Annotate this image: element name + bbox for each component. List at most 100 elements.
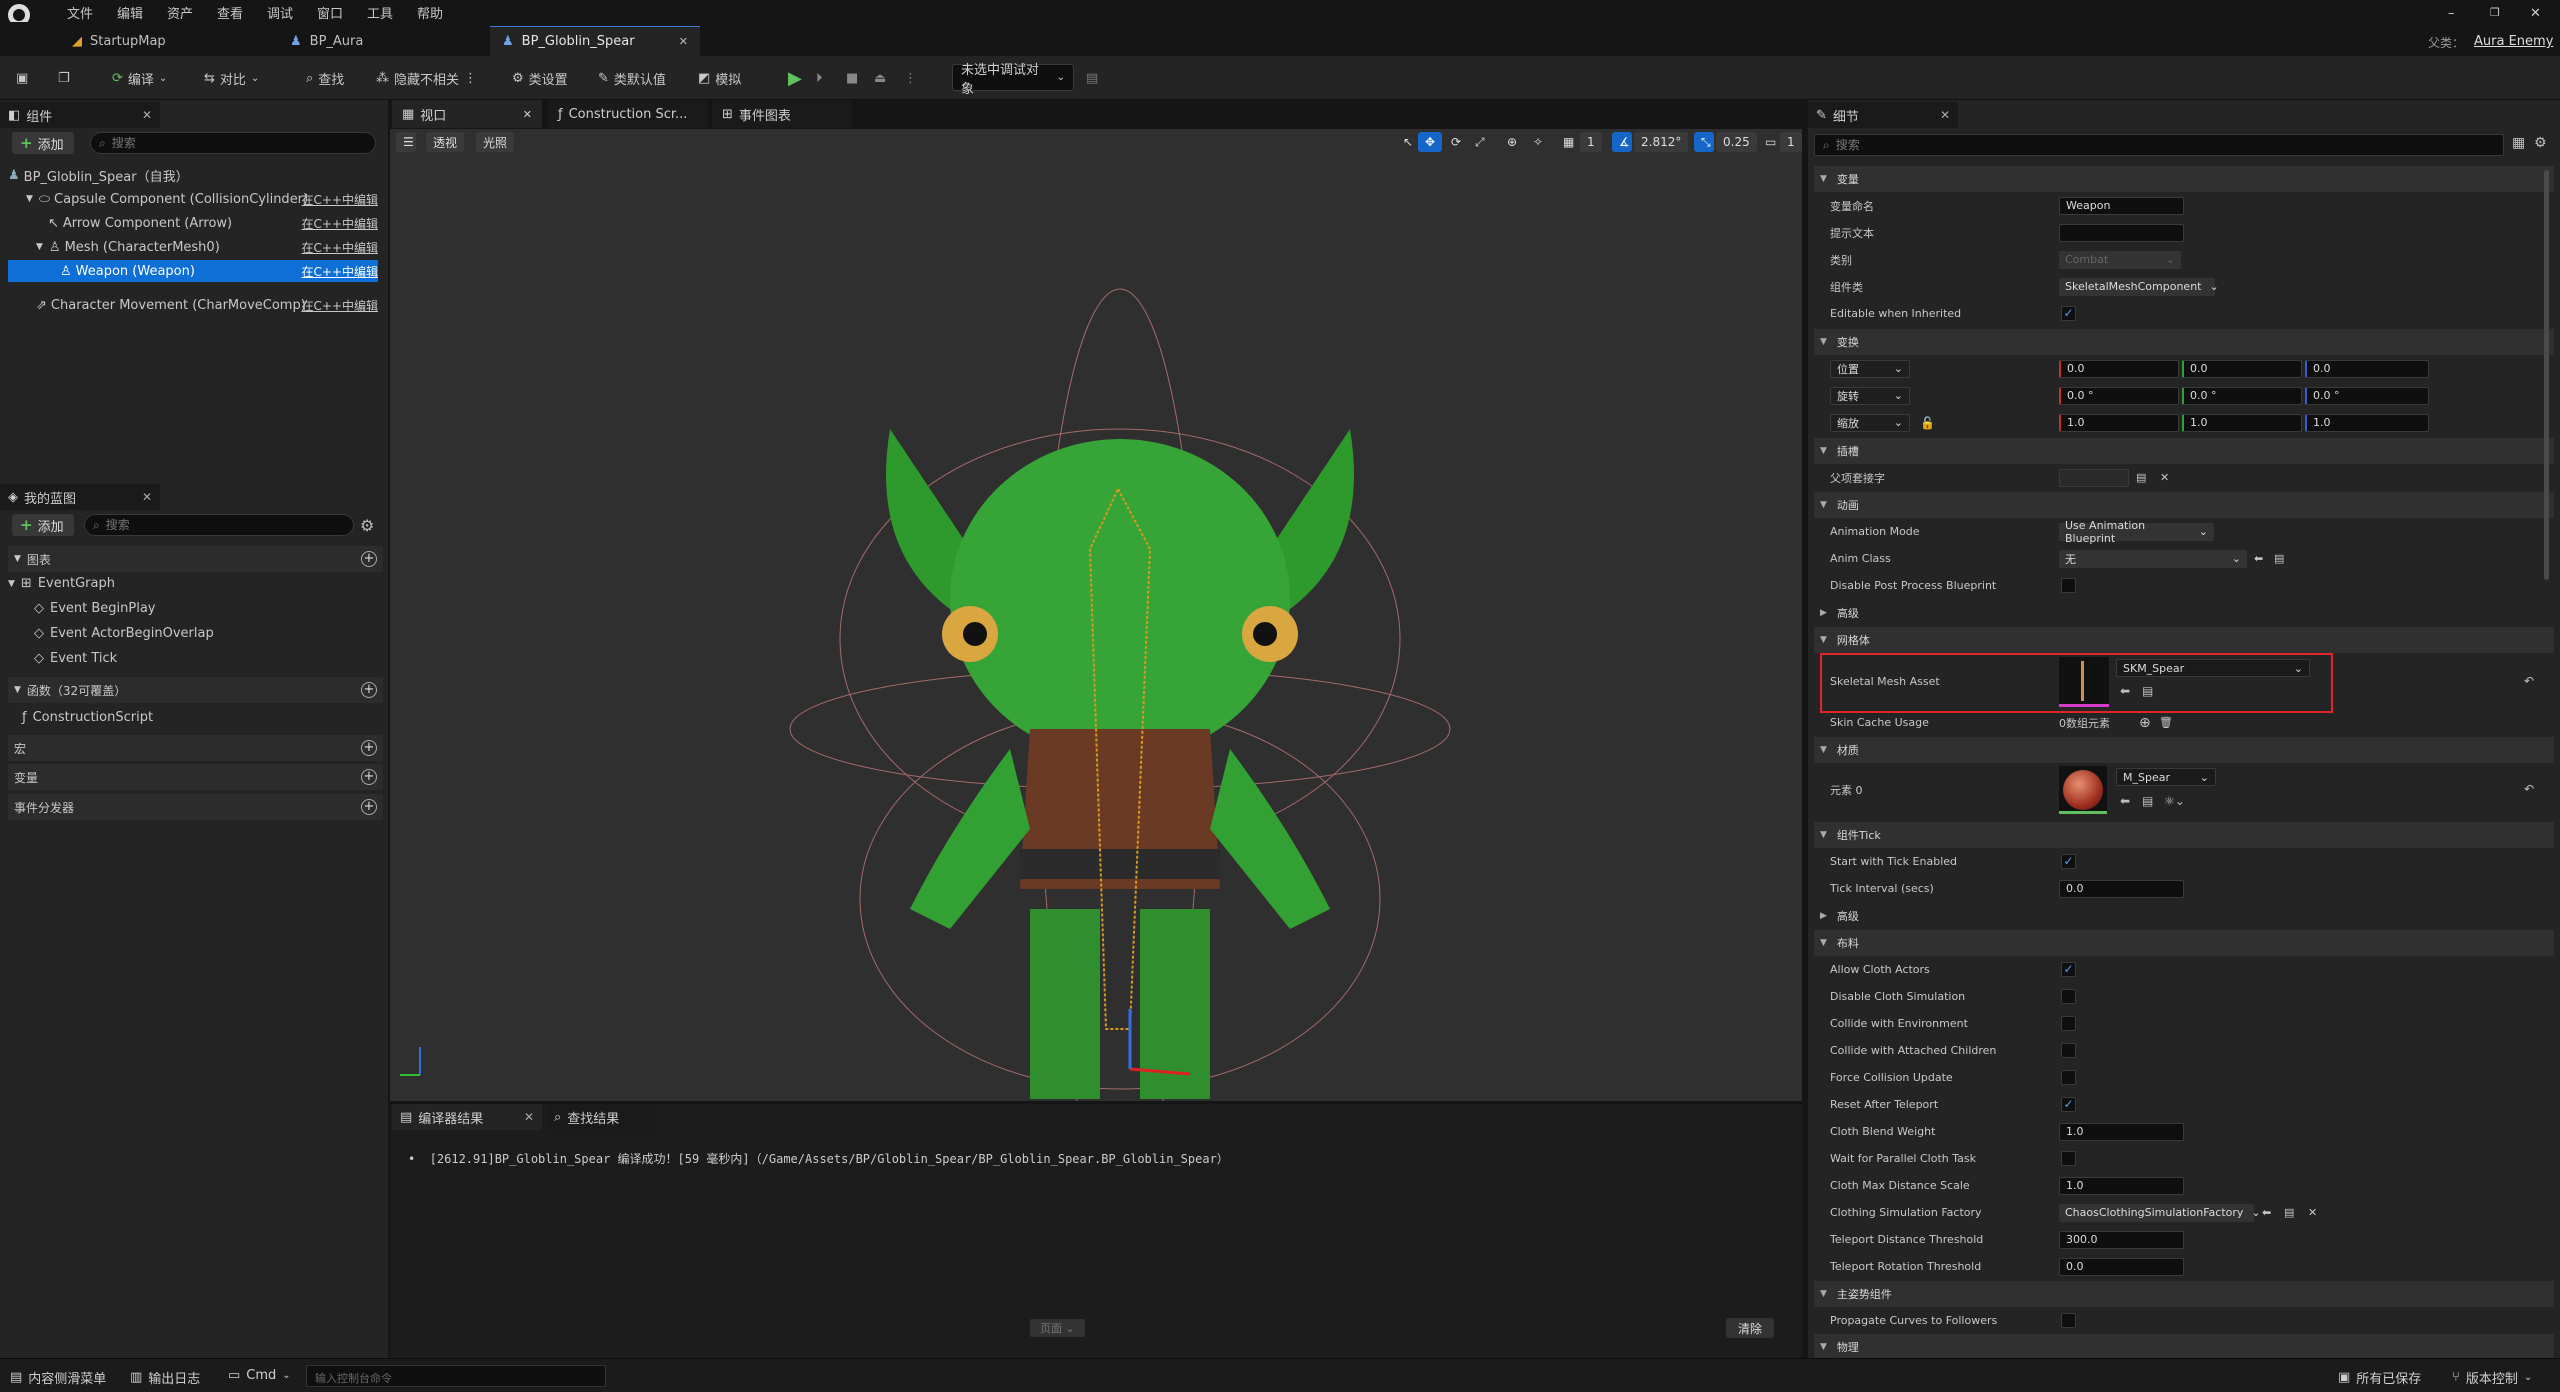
cloth-factory-dropdown[interactable]: ChaosClothingSimulationFactory ⌄ — [2059, 1203, 2261, 1222]
section-macros[interactable]: 宏 + — [8, 735, 383, 761]
teleport-distance-field[interactable]: 300.0 — [2059, 1230, 2184, 1249]
use-selected-icon[interactable]: ⬅ — [2254, 552, 2263, 565]
section-functions[interactable]: ▼ 函数（32可覆盖） + — [8, 677, 383, 703]
grid-snap-icon[interactable]: ▦ — [1556, 132, 1581, 152]
source-control-button[interactable]: ⑂ 版本控制 ⌄ — [2452, 1368, 2532, 1387]
material-options-icon[interactable]: ⚛⌄ — [2164, 794, 2185, 808]
move-tool-icon[interactable]: ✥ — [1418, 132, 1443, 152]
menu-file[interactable]: 文件 — [67, 3, 93, 22]
surface-snap-icon[interactable]: ✧ — [1526, 132, 1550, 152]
close-icon[interactable]: ✕ — [1940, 108, 1950, 122]
debug-browse-icon[interactable]: ▤ — [1086, 66, 1098, 90]
category-dropdown[interactable]: Combat ⌄ — [2059, 250, 2181, 269]
anim-class-dropdown[interactable]: 无 ⌄ — [2059, 549, 2247, 568]
force-collision-checkbox[interactable] — [2061, 1070, 2076, 1085]
rotation-x[interactable]: 0.0 ° — [2059, 386, 2179, 405]
editable-inherited-checkbox[interactable]: ✓ — [2061, 306, 2076, 321]
rotation-snap-icon[interactable]: ∡ — [1612, 132, 1632, 152]
tab-viewport[interactable]: ▦ 视口 ✕ — [392, 100, 542, 128]
scale-snap-value[interactable]: 0.25 — [1716, 132, 1757, 152]
skeletal-mesh-thumbnail[interactable] — [2059, 657, 2109, 707]
minimize-icon[interactable]: – — [2448, 6, 2455, 21]
parent-class-link[interactable]: Aura Enemy — [2474, 34, 2553, 49]
hide-unrelated-button[interactable]: ⁂ 隐藏不相关 ⋮ — [376, 66, 477, 90]
edit-in-cpp-link[interactable]: 在C++中编辑 — [302, 239, 379, 256]
tree-row-weapon[interactable]: ♙ Weapon (Weapon) 在C++中编辑 — [8, 260, 378, 282]
component-class-dropdown[interactable]: SkeletalMeshComponent ⌄ — [2059, 277, 2219, 296]
menu-edit[interactable]: 编辑 — [117, 3, 143, 22]
tree-row-mesh[interactable]: ▼ ♙ Mesh (CharacterMesh0) 在C++中编辑 — [8, 236, 378, 258]
console-command-input[interactable]: 输入控制台命令 — [306, 1365, 606, 1387]
event-beginplay-item[interactable]: ◇ Event BeginPlay — [34, 601, 156, 616]
location-y[interactable]: 0.0 — [2182, 359, 2302, 378]
camera-speed-value[interactable]: 1 — [1780, 132, 1802, 152]
viewport-menu-icon[interactable]: ☰ — [396, 132, 416, 152]
scale-dropdown[interactable]: 缩放 ⌄ — [1830, 413, 1910, 432]
scale-x[interactable]: 1.0 — [2059, 413, 2179, 432]
cmd-dropdown[interactable]: ▭ Cmd ⌄ — [228, 1368, 291, 1383]
tab-my-blueprint[interactable]: ◈ 我的蓝图 ✕ — [0, 484, 160, 510]
material-thumbnail[interactable] — [2059, 766, 2107, 814]
rotation-snap-value[interactable]: 2.812° — [1634, 132, 1689, 152]
menu-asset[interactable]: 资产 — [167, 3, 193, 22]
clear-button[interactable]: 清除 — [1726, 1318, 1775, 1338]
tab-compiler-results[interactable]: ▤ 编译器结果 ✕ — [392, 1104, 542, 1130]
section-materials[interactable]: ▼ 材质 — [1814, 737, 2554, 763]
compile-button[interactable]: ⟳ 编译 ⌄ — [112, 66, 167, 90]
cloth-max-distance-field[interactable]: 1.0 — [2059, 1176, 2184, 1195]
lock-icon[interactable]: 🔓 — [1920, 416, 1935, 430]
cloth-blend-field[interactable]: 1.0 — [2059, 1122, 2184, 1141]
search-input[interactable] — [105, 518, 314, 532]
section-advanced-2[interactable]: ▶ 高级 — [1814, 903, 2554, 929]
output-log-button[interactable]: ▥ 输出日志 — [130, 1368, 200, 1387]
allow-cloth-actors-checkbox[interactable]: ✓ — [2061, 962, 2076, 977]
search-input[interactable] — [1835, 138, 2380, 152]
eject-icon[interactable]: ⏏ — [874, 66, 886, 90]
select-tool-icon[interactable]: ↖ — [1396, 132, 1420, 152]
clear-icon[interactable]: ✕ — [2308, 1206, 2317, 1219]
menu-window[interactable]: 窗口 — [317, 3, 343, 22]
reset-teleport-checkbox[interactable]: ✓ — [2061, 1097, 2076, 1112]
tree-row-capsule[interactable]: ▼ ⬭ Capsule Component (CollisionCylinder) 在… — [8, 188, 378, 210]
scale-snap-icon[interactable]: ⤡ — [1694, 132, 1714, 152]
diff-button[interactable]: ⇆ 对比 ⌄ — [204, 66, 259, 90]
teleport-rotation-field[interactable]: 0.0 — [2059, 1257, 2184, 1276]
step-icon[interactable]: ⏵ — [816, 66, 823, 90]
rotation-dropdown[interactable]: 旋转 ⌄ — [1830, 386, 1910, 405]
scale-tool-icon[interactable]: ⤢ — [1468, 132, 1492, 152]
browse-socket-icon[interactable]: ▤ — [2136, 471, 2146, 484]
event-graph-item[interactable]: ▼ ⊞ EventGraph — [8, 576, 115, 591]
close-icon[interactable]: ✕ — [2530, 6, 2541, 21]
stop-icon[interactable]: ■ — [846, 66, 858, 90]
use-selected-icon[interactable]: ⬅ — [2120, 684, 2130, 698]
tooltip-field[interactable] — [2059, 223, 2184, 242]
add-member-button[interactable]: + 添加 — [12, 514, 74, 536]
location-dropdown[interactable]: 位置 ⌄ — [1830, 359, 1910, 378]
animation-mode-dropdown[interactable]: Use Animation Blueprint ⌄ — [2059, 519, 2214, 545]
location-x[interactable]: 0.0 — [2059, 359, 2179, 378]
all-saved-indicator[interactable]: ▣ 所有已保存 — [2338, 1368, 2421, 1387]
browse-icon[interactable]: ▤ — [2142, 684, 2153, 698]
section-advanced[interactable]: ▶ 高级 — [1814, 600, 2554, 626]
3d-viewport[interactable] — [390, 129, 1802, 1101]
browse-icon[interactable]: ▤ — [2284, 1206, 2294, 1219]
collide-environment-checkbox[interactable] — [2061, 1016, 2076, 1031]
add-component-button[interactable]: + 添加 — [12, 132, 74, 154]
debug-target-dropdown[interactable]: 未选中调试对象 ⌄ — [952, 63, 1074, 97]
section-transform[interactable]: ▼ 变换 — [1814, 329, 2554, 355]
find-button[interactable]: ⌕ 查找 — [306, 66, 344, 90]
close-icon[interactable]: ✕ — [523, 108, 532, 121]
skeletal-mesh-dropdown[interactable]: SKM_Spear ⌄ — [2116, 659, 2310, 677]
construction-script-item[interactable]: ƒ ConstructionScript — [22, 710, 153, 725]
variable-name-field[interactable]: Weapon — [2059, 196, 2184, 215]
class-settings-button[interactable]: ⚙ 类设置 — [512, 66, 568, 90]
blueprint-search[interactable]: ⌕ — [84, 514, 354, 536]
tab-startupmap[interactable]: ◢ StartupMap — [60, 26, 275, 56]
edit-in-cpp-link[interactable]: 在C++中编辑 — [302, 191, 379, 208]
save-icon[interactable]: ▣ — [16, 66, 28, 90]
table-view-icon[interactable]: ▦ — [2512, 135, 2525, 151]
section-variables[interactable]: 变量 + — [8, 764, 383, 790]
reset-arrow-icon[interactable]: ↶ — [2524, 674, 2534, 688]
browse-icon[interactable]: ▤ — [2274, 552, 2284, 565]
grid-size-value[interactable]: 1 — [1580, 132, 1602, 152]
